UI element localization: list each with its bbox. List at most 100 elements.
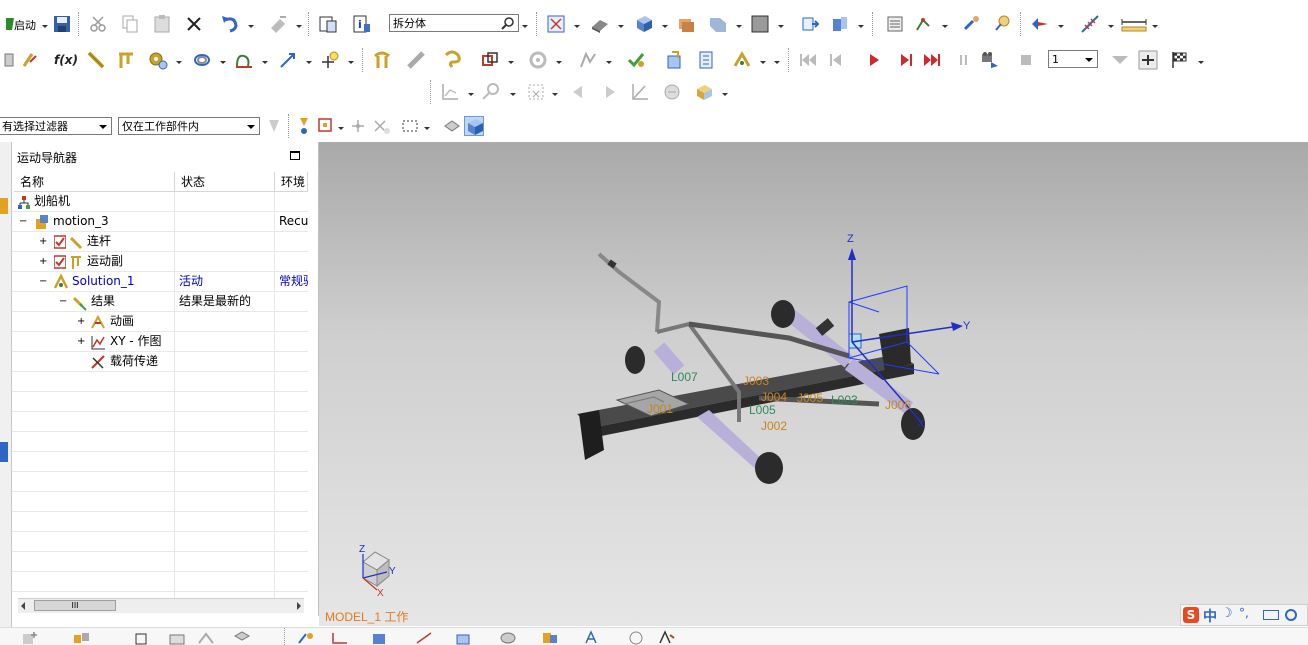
check-model-icon[interactable]: [626, 50, 646, 70]
explode-icon[interactable]: [232, 630, 252, 645]
tree-row-results[interactable]: − 结果 结果是最新的: [12, 292, 308, 312]
export-movie-icon[interactable]: [980, 50, 1000, 70]
column-header-name[interactable]: 名称: [14, 172, 175, 192]
cut-icon[interactable]: [88, 14, 108, 34]
rowing-machine-model[interactable]: [319, 142, 1308, 626]
function-icon[interactable]: f(x): [54, 50, 80, 70]
cable-icon[interactable]: [192, 50, 212, 70]
tree-row-xy-graph[interactable]: + XY - 作图: [12, 332, 308, 352]
expand-toggle[interactable]: +: [39, 252, 47, 272]
cable-dropdown-arrow[interactable]: [220, 50, 226, 70]
annotation-icon[interactable]: [656, 630, 676, 645]
tracer-icon[interactable]: [992, 14, 1012, 34]
pause-icon[interactable]: [954, 50, 974, 70]
assembly-constraint-icon[interactable]: [830, 14, 850, 34]
paste-icon[interactable]: [152, 14, 172, 34]
marker-icon[interactable]: [320, 50, 340, 70]
start-dropdown-arrow[interactable]: [42, 14, 48, 34]
component-array-icon[interactable]: [72, 630, 92, 645]
body-select-icon[interactable]: [442, 116, 462, 136]
ime-moon-icon[interactable]: ☽: [1221, 606, 1233, 621]
undo-dropdown-arrow[interactable]: [248, 14, 254, 34]
measure-dropdown-arrow[interactable]: [1108, 14, 1114, 34]
solution-icon[interactable]: [664, 50, 684, 70]
expand-toggle[interactable]: +: [39, 232, 47, 252]
probe-icon[interactable]: [480, 82, 500, 102]
search-icon[interactable]: [501, 16, 515, 30]
graph-overlay-icon[interactable]: [630, 82, 650, 102]
axis-icon[interactable]: [330, 630, 350, 645]
resource-tab-icon[interactable]: [0, 198, 8, 214]
results-dropdown-arrow[interactable]: [760, 50, 766, 70]
expand-toggle[interactable]: +: [77, 332, 85, 352]
selection-options-icon[interactable]: [264, 116, 284, 136]
xy-graph-dropdown-arrow[interactable]: [468, 82, 474, 102]
previous-icon[interactable]: [568, 82, 588, 102]
filter-dropdown-arrow[interactable]: [522, 14, 528, 34]
interference-dropdown-arrow[interactable]: [508, 50, 514, 70]
interference-check-icon[interactable]: [480, 50, 500, 70]
boolean-icon[interactable]: [498, 630, 518, 645]
sketch-icon[interactable]: [414, 630, 434, 645]
selection-filter-input[interactable]: 拆分体: [389, 14, 519, 32]
fast-forward-icon[interactable]: [922, 50, 942, 70]
column-header-env[interactable]: 环境: [275, 172, 308, 192]
orient-view-icon[interactable]: [634, 14, 654, 34]
maximize-icon[interactable]: [290, 151, 300, 160]
tree-row-animation[interactable]: + 动画: [12, 312, 308, 332]
tree-row-links[interactable]: + 连杆: [12, 232, 308, 252]
results-more-arrow[interactable]: [774, 50, 780, 70]
point-on-curve-icon[interactable]: [316, 116, 336, 136]
load-dropdown-arrow[interactable]: [722, 82, 728, 102]
delete-icon[interactable]: [184, 14, 204, 34]
collapse-toggle[interactable]: −: [39, 272, 47, 292]
ime-toolbar[interactable]: S 中 ☽ °,: [1180, 604, 1308, 626]
assembly-nav-icon[interactable]: [540, 630, 560, 645]
tree-row-solution[interactable]: − Solution_1 活动 常规驱: [12, 272, 308, 292]
spreadsheet-icon[interactable]: [662, 82, 682, 102]
animation-icon[interactable]: [1030, 14, 1050, 34]
part-list-icon[interactable]: [884, 14, 904, 34]
horizontal-scrollbar[interactable]: III: [18, 598, 304, 613]
view-dropdown-arrow[interactable]: [574, 14, 580, 34]
gear-dropdown-arrow[interactable]: [176, 50, 182, 70]
orient-dropdown-arrow[interactable]: [662, 14, 668, 34]
ruler-dropdown-arrow[interactable]: [1152, 14, 1158, 34]
rectangle-select-icon[interactable]: [400, 116, 420, 136]
tree-row-motion[interactable]: − motion_3 Recu: [12, 212, 308, 232]
motion-graph-icon[interactable]: [914, 14, 934, 34]
constraint-icon[interactable]: [372, 50, 392, 70]
spring-icon[interactable]: [86, 50, 106, 70]
collapse-toggle[interactable]: −: [19, 212, 27, 232]
marker-dropdown-arrow[interactable]: [348, 50, 354, 70]
ime-punct-icon[interactable]: °,: [1239, 606, 1249, 620]
graph-dropdown-arrow[interactable]: [942, 14, 948, 34]
finish-flag-icon[interactable]: [1170, 50, 1190, 70]
solve-icon[interactable]: [696, 50, 716, 70]
select-mode-dropdown-arrow[interactable]: [424, 116, 430, 136]
command-finder-icon[interactable]: [318, 14, 338, 34]
curve-icon[interactable]: [234, 50, 254, 70]
ime-keyboard-icon[interactable]: [1263, 610, 1279, 620]
mirror-assembly-icon[interactable]: [132, 630, 152, 645]
move-component-icon[interactable]: [800, 14, 820, 34]
trace-dropdown-arrow[interactable]: [552, 82, 558, 102]
snap-dropdown-arrow[interactable]: [338, 116, 344, 136]
start-icon[interactable]: [0, 14, 14, 34]
copy-icon[interactable]: [120, 14, 140, 34]
ime-tools-icon[interactable]: [1285, 609, 1297, 621]
step-forward-icon[interactable]: [896, 50, 916, 70]
measure-icon[interactable]: [1080, 14, 1100, 34]
snap-frame-icon[interactable]: [1138, 50, 1158, 70]
repeat-dropdown-arrow[interactable]: [296, 14, 302, 34]
ruler-icon[interactable]: [1120, 14, 1148, 34]
tree-row-assembly[interactable]: 划船机: [12, 192, 308, 212]
graphics-viewport[interactable]: Z Y X L007 L005 L003 J002 J005 J004 J003…: [319, 142, 1308, 626]
sensor-dropdown-arrow[interactable]: [556, 50, 562, 70]
information-icon[interactable]: i: [352, 14, 372, 34]
collapse-toggle[interactable]: −: [59, 292, 67, 312]
save-icon[interactable]: [52, 14, 72, 34]
wave-link-icon[interactable]: [296, 630, 316, 645]
intersection-icon[interactable]: [348, 116, 368, 136]
tree-row-load-transfer[interactable]: 载荷传递: [12, 352, 308, 372]
